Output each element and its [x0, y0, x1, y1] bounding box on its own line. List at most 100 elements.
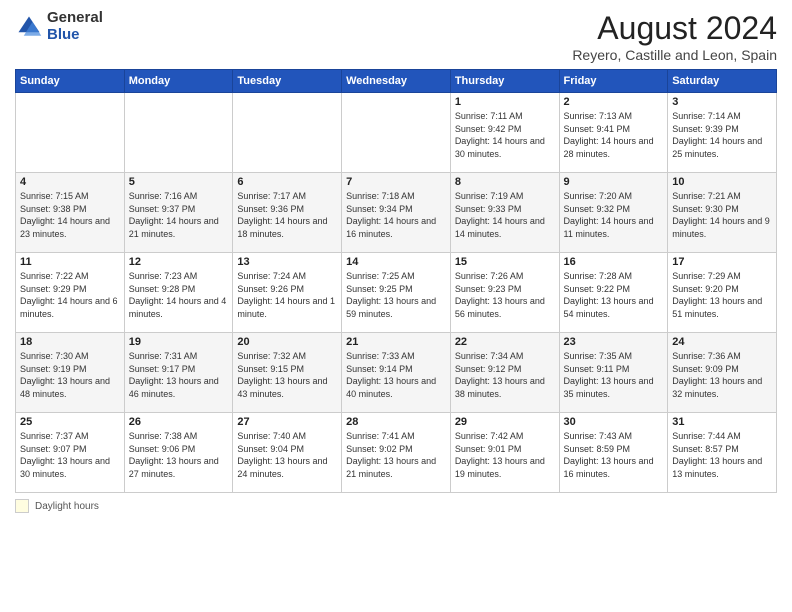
- week-row-2: 4 Sunrise: 7:15 AMSunset: 9:38 PMDaylight…: [16, 173, 777, 253]
- day-info: Sunrise: 7:11 AMSunset: 9:42 PMDaylight:…: [455, 110, 555, 160]
- day-info: Sunrise: 7:31 AMSunset: 9:17 PMDaylight:…: [129, 350, 229, 400]
- logo-icon: [15, 13, 43, 41]
- header-cell-wednesday: Wednesday: [342, 70, 451, 93]
- day-info: Sunrise: 7:32 AMSunset: 9:15 PMDaylight:…: [237, 350, 337, 400]
- day-info: Sunrise: 7:23 AMSunset: 9:28 PMDaylight:…: [129, 270, 229, 320]
- logo-text: General Blue: [47, 10, 103, 43]
- logo: General Blue: [15, 10, 103, 43]
- day-number: 31: [672, 416, 772, 428]
- day-info: Sunrise: 7:14 AMSunset: 9:39 PMDaylight:…: [672, 110, 772, 160]
- day-number: 26: [129, 416, 229, 428]
- day-cell: 25Sunrise: 7:37 AMSunset: 9:07 PMDayligh…: [16, 413, 125, 493]
- day-cell: 13Sunrise: 7:24 AMSunset: 9:26 PMDayligh…: [233, 253, 342, 333]
- daylight-box: [15, 499, 29, 513]
- day-info: Sunrise: 7:30 AMSunset: 9:19 PMDaylight:…: [20, 350, 120, 400]
- day-info: Sunrise: 7:17 AMSunset: 9:36 PMDaylight:…: [237, 190, 337, 240]
- day-number: 29: [455, 416, 555, 428]
- week-row-5: 25Sunrise: 7:37 AMSunset: 9:07 PMDayligh…: [16, 413, 777, 493]
- day-number: 28: [346, 416, 446, 428]
- day-cell: 23Sunrise: 7:35 AMSunset: 9:11 PMDayligh…: [559, 333, 668, 413]
- day-cell: 16Sunrise: 7:28 AMSunset: 9:22 PMDayligh…: [559, 253, 668, 333]
- page: General Blue August 2024 Reyero, Castill…: [0, 0, 792, 612]
- day-number: 4: [20, 176, 120, 188]
- day-info: Sunrise: 7:21 AMSunset: 9:30 PMDaylight:…: [672, 190, 772, 240]
- day-number: 5: [129, 176, 229, 188]
- day-info: Sunrise: 7:24 AMSunset: 9:26 PMDaylight:…: [237, 270, 337, 320]
- day-number: 10: [672, 176, 772, 188]
- day-info: Sunrise: 7:35 AMSunset: 9:11 PMDaylight:…: [564, 350, 664, 400]
- day-number: 3: [672, 96, 772, 108]
- day-cell: 20 Sunrise: 7:32 AMSunset: 9:15 PMDayligh…: [233, 333, 342, 413]
- day-cell: 18 Sunrise: 7:30 AMSunset: 9:19 PMDayligh…: [16, 333, 125, 413]
- day-cell: [233, 93, 342, 173]
- day-info: Sunrise: 7:28 AMSunset: 9:22 PMDaylight:…: [564, 270, 664, 320]
- day-number: 12: [129, 256, 229, 268]
- day-number: 17: [672, 256, 772, 268]
- day-info: Sunrise: 7:13 AMSunset: 9:41 PMDaylight:…: [564, 110, 664, 160]
- day-info: Sunrise: 7:15 AMSunset: 9:38 PMDaylight:…: [20, 190, 120, 240]
- header-cell-saturday: Saturday: [668, 70, 777, 93]
- day-info: Sunrise: 7:19 AMSunset: 9:33 PMDaylight:…: [455, 190, 555, 240]
- day-info: Sunrise: 7:38 AMSunset: 9:06 PMDaylight:…: [129, 430, 229, 480]
- day-info: Sunrise: 7:37 AMSunset: 9:07 PMDaylight:…: [20, 430, 120, 480]
- day-info: Sunrise: 7:41 AMSunset: 9:02 PMDaylight:…: [346, 430, 446, 480]
- day-info: Sunrise: 7:36 AMSunset: 9:09 PMDaylight:…: [672, 350, 772, 400]
- day-cell: 31 Sunrise: 7:44 AMSunset: 8:57 PMDayligh…: [668, 413, 777, 493]
- day-info: Sunrise: 7:18 AMSunset: 9:34 PMDaylight:…: [346, 190, 446, 240]
- day-cell: 26 Sunrise: 7:38 AMSunset: 9:06 PMDayligh…: [124, 413, 233, 493]
- day-cell: 4 Sunrise: 7:15 AMSunset: 9:38 PMDaylight…: [16, 173, 125, 253]
- day-cell: 30Sunrise: 7:43 AMSunset: 8:59 PMDayligh…: [559, 413, 668, 493]
- day-number: 8: [455, 176, 555, 188]
- day-info: Sunrise: 7:29 AMSunset: 9:20 PMDaylight:…: [672, 270, 772, 320]
- header-cell-monday: Monday: [124, 70, 233, 93]
- day-info: Sunrise: 7:33 AMSunset: 9:14 PMDaylight:…: [346, 350, 446, 400]
- calendar-table: SundayMondayTuesdayWednesdayThursdayFrid…: [15, 69, 777, 493]
- day-cell: 24Sunrise: 7:36 AMSunset: 9:09 PMDayligh…: [668, 333, 777, 413]
- week-row-4: 18 Sunrise: 7:30 AMSunset: 9:19 PMDayligh…: [16, 333, 777, 413]
- day-info: Sunrise: 7:20 AMSunset: 9:32 PMDaylight:…: [564, 190, 664, 240]
- day-number: 22: [455, 336, 555, 348]
- day-cell: 27Sunrise: 7:40 AMSunset: 9:04 PMDayligh…: [233, 413, 342, 493]
- day-number: 2: [564, 96, 664, 108]
- day-cell: 1 Sunrise: 7:11 AMSunset: 9:42 PMDaylight…: [450, 93, 559, 173]
- day-cell: [124, 93, 233, 173]
- day-cell: 3 Sunrise: 7:14 AMSunset: 9:39 PMDaylight…: [668, 93, 777, 173]
- day-number: 6: [237, 176, 337, 188]
- day-cell: 2 Sunrise: 7:13 AMSunset: 9:41 PMDaylight…: [559, 93, 668, 173]
- header-cell-thursday: Thursday: [450, 70, 559, 93]
- main-title: August 2024: [572, 10, 777, 47]
- footer: Daylight hours: [15, 499, 777, 513]
- day-number: 11: [20, 256, 120, 268]
- day-cell: 9 Sunrise: 7:20 AMSunset: 9:32 PMDaylight…: [559, 173, 668, 253]
- day-number: 7: [346, 176, 446, 188]
- header-cell-tuesday: Tuesday: [233, 70, 342, 93]
- day-cell: 28 Sunrise: 7:41 AMSunset: 9:02 PMDayligh…: [342, 413, 451, 493]
- calendar-header: SundayMondayTuesdayWednesdayThursdayFrid…: [16, 70, 777, 93]
- day-cell: 10 Sunrise: 7:21 AMSunset: 9:30 PMDayligh…: [668, 173, 777, 253]
- day-cell: 14 Sunrise: 7:25 AMSunset: 9:25 PMDayligh…: [342, 253, 451, 333]
- day-number: 1: [455, 96, 555, 108]
- day-info: Sunrise: 7:42 AMSunset: 9:01 PMDaylight:…: [455, 430, 555, 480]
- day-number: 18: [20, 336, 120, 348]
- logo-blue-text: Blue: [47, 27, 103, 44]
- day-number: 9: [564, 176, 664, 188]
- day-cell: 11Sunrise: 7:22 AMSunset: 9:29 PMDayligh…: [16, 253, 125, 333]
- calendar-body: 1 Sunrise: 7:11 AMSunset: 9:42 PMDaylight…: [16, 93, 777, 493]
- day-info: Sunrise: 7:25 AMSunset: 9:25 PMDaylight:…: [346, 270, 446, 320]
- week-row-3: 11Sunrise: 7:22 AMSunset: 9:29 PMDayligh…: [16, 253, 777, 333]
- day-cell: 21Sunrise: 7:33 AMSunset: 9:14 PMDayligh…: [342, 333, 451, 413]
- day-number: 14: [346, 256, 446, 268]
- logo-general-text: General: [47, 10, 103, 27]
- day-number: 20: [237, 336, 337, 348]
- day-cell: 22Sunrise: 7:34 AMSunset: 9:12 PMDayligh…: [450, 333, 559, 413]
- day-cell: 6 Sunrise: 7:17 AMSunset: 9:36 PMDaylight…: [233, 173, 342, 253]
- day-info: Sunrise: 7:44 AMSunset: 8:57 PMDaylight:…: [672, 430, 772, 480]
- title-block: August 2024 Reyero, Castille and Leon, S…: [572, 10, 777, 63]
- day-cell: [16, 93, 125, 173]
- day-cell: 12 Sunrise: 7:23 AMSunset: 9:28 PMDayligh…: [124, 253, 233, 333]
- day-cell: 8 Sunrise: 7:19 AMSunset: 9:33 PMDaylight…: [450, 173, 559, 253]
- day-number: 27: [237, 416, 337, 428]
- day-number: 15: [455, 256, 555, 268]
- day-cell: 17 Sunrise: 7:29 AMSunset: 9:20 PMDayligh…: [668, 253, 777, 333]
- day-cell: 19Sunrise: 7:31 AMSunset: 9:17 PMDayligh…: [124, 333, 233, 413]
